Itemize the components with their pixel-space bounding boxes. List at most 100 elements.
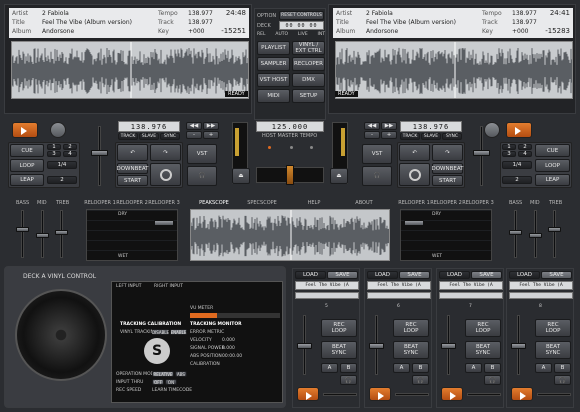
downbeat-button[interactable]: DOWNBEAT bbox=[431, 163, 464, 174]
cue-button[interactable]: CUE bbox=[10, 144, 44, 157]
setup-button[interactable]: SETUP bbox=[292, 89, 325, 103]
leap-length[interactable]: 2 bbox=[47, 176, 77, 184]
stop-circle-button[interactable] bbox=[150, 163, 181, 186]
sampler-progress[interactable] bbox=[295, 292, 359, 299]
sampler-load-button[interactable]: LOAD bbox=[439, 271, 470, 279]
eject-icon[interactable] bbox=[484, 122, 500, 138]
pitch-minus-button[interactable]: - bbox=[364, 131, 380, 139]
sampler-play-button[interactable] bbox=[511, 387, 533, 401]
slave-button[interactable]: SLAVE bbox=[139, 133, 159, 140]
input-thru-off[interactable]: OFF bbox=[152, 379, 164, 385]
sampler-a-button[interactable]: A bbox=[535, 363, 552, 373]
learn-timecode-button[interactable]: LEARN TIMECODE bbox=[152, 388, 192, 393]
tab-about[interactable]: ABOUT bbox=[340, 200, 388, 206]
sampler-save-button[interactable]: SAVE bbox=[471, 271, 502, 279]
tab-peakscope[interactable]: PEAKSCOPE bbox=[190, 200, 238, 206]
sampler-fader-handle[interactable] bbox=[441, 343, 456, 349]
fx-left-button[interactable]: ⏏ bbox=[232, 168, 250, 184]
tab-help[interactable]: HELP bbox=[290, 200, 338, 206]
hot-cue-1[interactable]: 1 bbox=[502, 144, 516, 150]
sampler-b-button[interactable]: B bbox=[554, 363, 571, 373]
relooper-graph-right[interactable] bbox=[400, 209, 492, 261]
loop-button[interactable]: LOOP bbox=[535, 159, 570, 172]
vinyl-ext-ctrl-button[interactable]: VINYL / EXT CTRL bbox=[292, 41, 325, 55]
eq-bass-fader[interactable] bbox=[21, 210, 24, 258]
sampler-pan-track[interactable] bbox=[323, 393, 357, 396]
start-button[interactable]: START bbox=[432, 175, 463, 186]
eq-bass-handle[interactable] bbox=[16, 227, 29, 232]
midi-button[interactable]: MIDI bbox=[257, 89, 290, 103]
relooper-button[interactable]: RECLOPER bbox=[292, 57, 325, 71]
slave-button[interactable]: SLAVE bbox=[421, 133, 441, 140]
pitch-fader-handle[interactable] bbox=[473, 150, 490, 156]
play-button[interactable] bbox=[12, 122, 38, 138]
eq-bass-handle[interactable] bbox=[509, 230, 522, 235]
nudge-back-button[interactable]: ◀◀ bbox=[186, 122, 202, 130]
relooper-tab-3[interactable]: RELOOPER 3 bbox=[462, 200, 494, 206]
disable-button[interactable]: DISABLE bbox=[152, 329, 169, 335]
leap-button[interactable]: LEAP bbox=[535, 174, 570, 186]
enable-button[interactable]: ENABLE bbox=[170, 329, 187, 335]
sampler-beat-sync-button[interactable]: BEAT SYNC bbox=[393, 341, 429, 359]
abs-button[interactable]: ABS bbox=[175, 371, 187, 377]
reset-controls-button[interactable]: RESET CONTROLS bbox=[279, 11, 324, 20]
vst-button-right[interactable]: VST bbox=[362, 144, 392, 164]
rewind-button[interactable]: ↶ bbox=[117, 144, 148, 161]
play-button[interactable] bbox=[506, 122, 532, 138]
relooper-tab-3[interactable]: RELOOPER 3 bbox=[148, 200, 180, 206]
nudge-fwd-button[interactable]: ▶▶ bbox=[381, 122, 397, 130]
sampler-a-button[interactable]: A bbox=[465, 363, 482, 373]
input-thru-on[interactable]: ON bbox=[165, 379, 177, 385]
sampler-load-button[interactable]: LOAD bbox=[367, 271, 398, 279]
eq-treb-fader[interactable] bbox=[553, 210, 556, 258]
hot-cue-2[interactable]: 2 bbox=[63, 144, 77, 150]
relooper-handle-right[interactable] bbox=[404, 220, 424, 226]
eject-icon[interactable] bbox=[50, 122, 66, 138]
sampler-rec-loop-button[interactable]: REC LOOP bbox=[535, 319, 571, 337]
loop-button[interactable]: LOOP bbox=[10, 159, 44, 172]
waveform-right[interactable] bbox=[335, 41, 573, 99]
sampler-fader-handle[interactable] bbox=[297, 343, 312, 349]
track-button[interactable]: TRACK bbox=[118, 133, 138, 140]
sampler-rec-loop-button[interactable]: REC LOOP bbox=[393, 319, 429, 337]
eq-mid-handle[interactable] bbox=[36, 233, 49, 238]
relooper-tab-2[interactable]: RELOOPER 2 bbox=[430, 200, 462, 206]
sampler-save-button[interactable]: SAVE bbox=[399, 271, 430, 279]
pitch-plus-button[interactable]: + bbox=[381, 131, 397, 139]
sampler-save-button[interactable]: SAVE bbox=[327, 271, 358, 279]
sampler-a-button[interactable]: A bbox=[321, 363, 338, 373]
downbeat-button[interactable]: DOWNBEAT bbox=[116, 163, 149, 174]
nudge-fwd-button[interactable]: ▶▶ bbox=[203, 122, 219, 130]
hot-cue-3[interactable]: 3 bbox=[502, 151, 516, 157]
sampler-a-button[interactable]: A bbox=[393, 363, 410, 373]
sampler-pan-track[interactable] bbox=[467, 393, 501, 396]
forward-button[interactable]: ↷ bbox=[150, 144, 181, 161]
sync-button[interactable]: SYNC bbox=[442, 133, 462, 140]
pitch-fader-right[interactable] bbox=[480, 126, 483, 186]
pitch-fader-left[interactable] bbox=[98, 126, 101, 186]
loop-length[interactable]: 1/4 bbox=[502, 161, 532, 169]
sampler-load-button[interactable]: LOAD bbox=[509, 271, 540, 279]
hot-cue-4[interactable]: 4 bbox=[518, 151, 532, 157]
sampler-play-button[interactable] bbox=[369, 387, 391, 401]
fx-right-button[interactable]: ⏏ bbox=[330, 168, 348, 184]
sampler-headphone-button[interactable]: 🎧 bbox=[412, 375, 429, 385]
sampler-rec-loop-button[interactable]: REC LOOP bbox=[465, 319, 501, 337]
sampler-headphone-button[interactable]: 🎧 bbox=[340, 375, 357, 385]
sampler-pan-track[interactable] bbox=[395, 393, 429, 396]
vst-host-button[interactable]: VST HOST bbox=[257, 73, 290, 87]
sampler-progress[interactable] bbox=[439, 292, 503, 299]
sync-button[interactable]: SYNC bbox=[160, 133, 180, 140]
relooper-graph-left[interactable] bbox=[86, 209, 178, 261]
sampler-rec-loop-button[interactable]: REC LOOP bbox=[321, 319, 357, 337]
sampler-headphone-button[interactable]: 🎧 bbox=[554, 375, 571, 385]
sampler-button[interactable]: SAMPLER bbox=[257, 57, 290, 71]
eq-treb-handle[interactable] bbox=[548, 227, 561, 232]
pitch-minus-button[interactable]: - bbox=[186, 131, 202, 139]
relative-button[interactable]: RELATIVE bbox=[152, 371, 174, 377]
sampler-b-button[interactable]: B bbox=[412, 363, 429, 373]
relooper-tab-2[interactable]: RELOOPER 2 bbox=[116, 200, 148, 206]
sampler-pan-track[interactable] bbox=[537, 393, 571, 396]
headphone-button-right[interactable]: 🎧 bbox=[362, 166, 392, 186]
sampler-progress[interactable] bbox=[367, 292, 431, 299]
